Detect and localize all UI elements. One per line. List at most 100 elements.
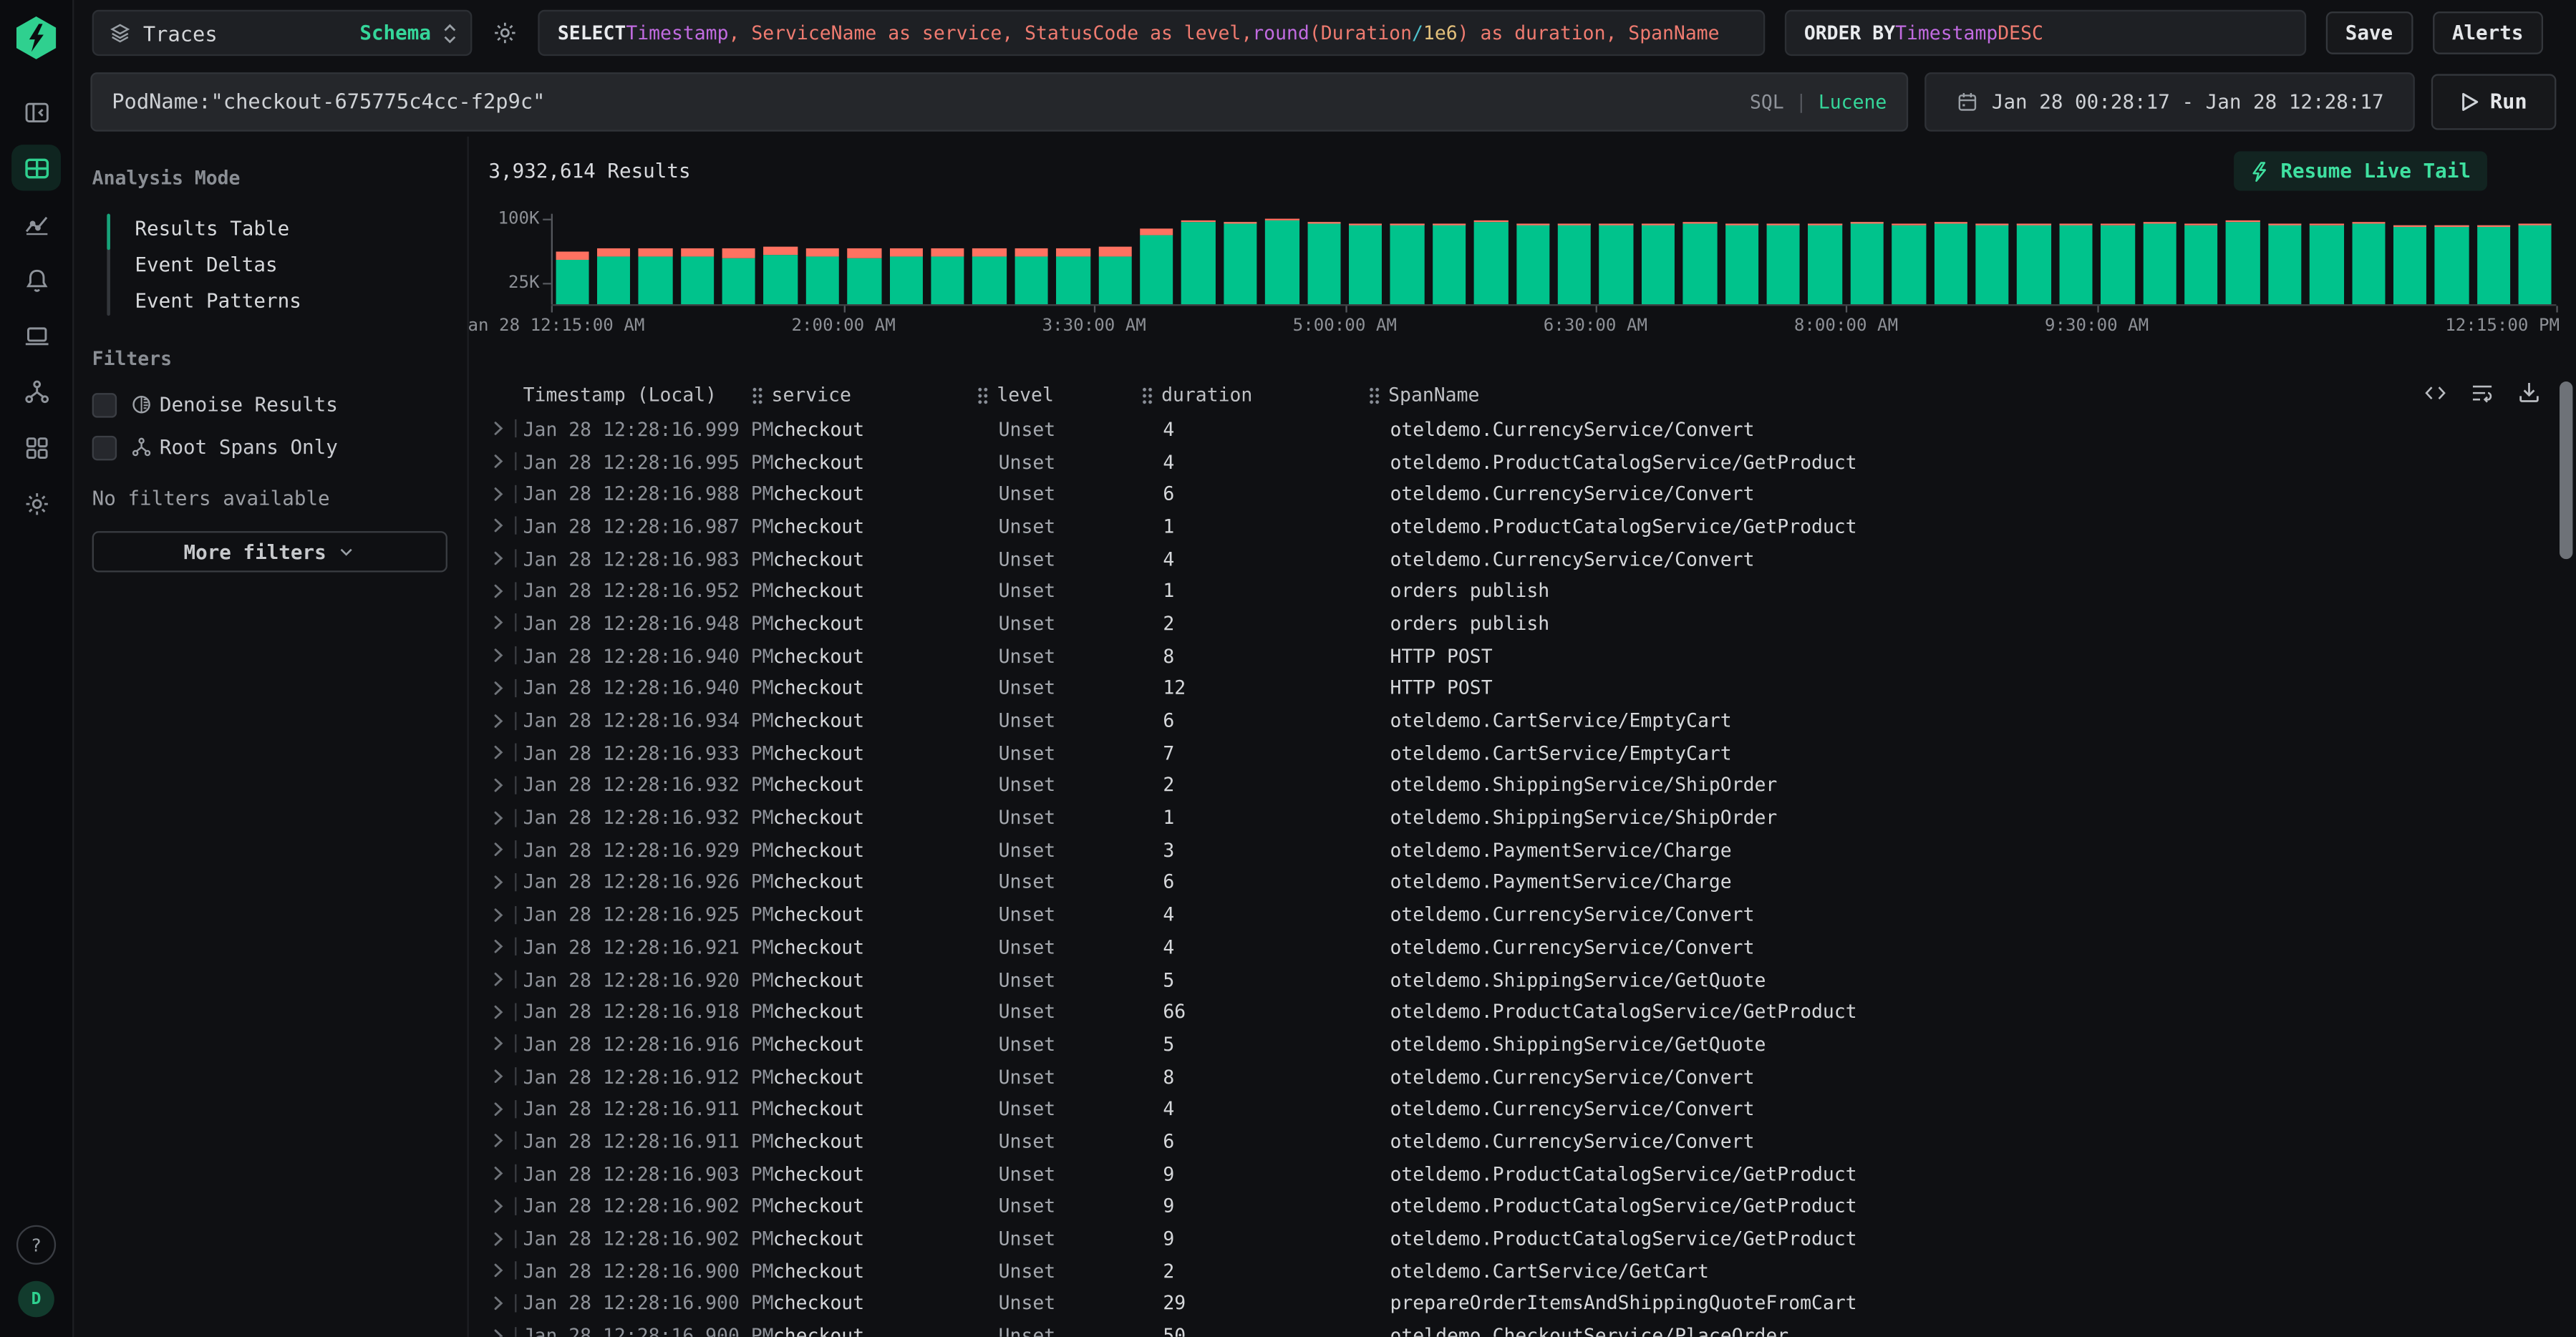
schema-select[interactable]: Schema — [359, 21, 431, 44]
row-expand-chevron-icon[interactable] — [492, 616, 505, 631]
chart-bar[interactable] — [1140, 228, 1173, 235]
chart-bar[interactable] — [2184, 224, 2218, 225]
row-expand-chevron-icon[interactable] — [492, 454, 505, 469]
chart-bar[interactable] — [1558, 224, 1592, 225]
table-row[interactable]: Jan 28 12:28:16.921 PMcheckoutUnset4otel… — [492, 930, 2553, 963]
table-row[interactable]: Jan 28 12:28:16.903 PMcheckoutUnset9otel… — [492, 1157, 2553, 1190]
chart-bar[interactable] — [2393, 225, 2427, 304]
chart-bar[interactable] — [1433, 223, 1466, 304]
chart-bar[interactable] — [1767, 224, 1801, 304]
chart-bar[interactable] — [2476, 225, 2510, 226]
chart-bar[interactable] — [1850, 223, 1884, 304]
column-header-duration[interactable]: duration — [1142, 383, 1369, 406]
chart-bar[interactable] — [1808, 224, 1842, 304]
lang-lucene-option[interactable]: Lucene — [1819, 89, 1887, 112]
row-expand-chevron-icon[interactable] — [492, 422, 505, 437]
row-expand-chevron-icon[interactable] — [492, 1199, 505, 1214]
chart-bar[interactable] — [1098, 256, 1132, 304]
chart-bar[interactable] — [639, 256, 672, 304]
table-row[interactable]: Jan 28 12:28:16.900 PMcheckoutUnset2otel… — [492, 1255, 2553, 1287]
query-language-toggle[interactable]: SQL | Lucene — [1750, 89, 1887, 112]
chart-bar[interactable] — [2059, 224, 2093, 304]
row-expand-chevron-icon[interactable] — [492, 972, 505, 987]
chart-bar[interactable] — [2268, 224, 2302, 225]
chart-bar[interactable] — [764, 255, 798, 304]
row-expand-chevron-icon[interactable] — [492, 875, 505, 890]
chart-bar[interactable] — [2184, 225, 2218, 304]
chart-bar[interactable] — [1390, 223, 1424, 304]
chart-bar[interactable] — [1265, 220, 1299, 304]
alerts-button[interactable]: Alerts — [2432, 11, 2543, 54]
chart-bar[interactable] — [1892, 223, 1926, 225]
chart-bar[interactable] — [1516, 224, 1549, 304]
chart-bar[interactable] — [1725, 224, 1758, 225]
chart-bar[interactable] — [848, 249, 881, 258]
chart-bar[interactable] — [1516, 224, 1549, 225]
chart-bar[interactable] — [2101, 223, 2134, 225]
chart-bar[interactable] — [764, 248, 798, 256]
service-map-nav-icon[interactable] — [11, 369, 61, 414]
chart-bar[interactable] — [1015, 256, 1048, 304]
row-expand-chevron-icon[interactable] — [492, 486, 505, 501]
chart-bar[interactable] — [2519, 224, 2552, 304]
table-row[interactable]: Jan 28 12:28:16.934 PMcheckoutUnset6otel… — [492, 704, 2553, 736]
drag-grip-icon[interactable] — [1369, 386, 1380, 404]
chart-bar[interactable] — [1182, 220, 1216, 221]
chart-bar[interactable] — [1934, 222, 1967, 223]
chart-bar[interactable] — [973, 248, 1007, 257]
chart-bar[interactable] — [1808, 224, 1842, 225]
table-row[interactable]: Jan 28 12:28:16.988 PMcheckoutUnset6otel… — [492, 477, 2553, 510]
drag-grip-icon[interactable] — [977, 386, 989, 404]
search-nav-icon[interactable] — [11, 145, 61, 190]
table-row[interactable]: Jan 28 12:28:16.900 PMcheckoutUnset50ote… — [492, 1319, 2553, 1337]
row-expand-chevron-icon[interactable] — [492, 1036, 505, 1051]
chart-bar[interactable] — [1140, 235, 1173, 304]
chart-bar[interactable] — [931, 257, 965, 304]
chart-bar[interactable] — [2143, 223, 2176, 304]
chart-bar[interactable] — [722, 258, 756, 304]
chart-bar[interactable] — [2351, 224, 2385, 304]
chart-bar[interactable] — [597, 249, 631, 257]
table-row[interactable]: Jan 28 12:28:16.902 PMcheckoutUnset9otel… — [492, 1190, 2553, 1222]
chart-explorer-nav-icon[interactable] — [11, 200, 61, 246]
chart-bar[interactable] — [806, 249, 840, 257]
table-row[interactable]: Jan 28 12:28:16.983 PMcheckoutUnset4otel… — [492, 543, 2553, 575]
row-expand-chevron-icon[interactable] — [492, 681, 505, 696]
table-row[interactable]: Jan 28 12:28:16.918 PMcheckoutUnset66ote… — [492, 996, 2553, 1028]
row-expand-chevron-icon[interactable] — [492, 1069, 505, 1084]
table-row[interactable]: Jan 28 12:28:16.995 PMcheckoutUnset4otel… — [492, 445, 2553, 477]
chart-bar[interactable] — [2268, 224, 2302, 304]
chart-bar[interactable] — [973, 257, 1007, 304]
analysis-mode-results-table[interactable]: Results Table — [92, 210, 447, 247]
more-filters-button[interactable]: More filters — [92, 531, 447, 572]
chart-bar[interactable] — [806, 257, 840, 304]
chart-bar[interactable] — [1349, 223, 1383, 304]
chart-bar[interactable] — [2018, 224, 2051, 225]
table-row[interactable]: Jan 28 12:28:16.940 PMcheckoutUnset8HTTP… — [492, 639, 2553, 671]
row-expand-chevron-icon[interactable] — [492, 842, 505, 857]
table-row[interactable]: Jan 28 12:28:16.902 PMcheckoutUnset9otel… — [492, 1222, 2553, 1255]
view-code-icon[interactable] — [2423, 381, 2447, 404]
analysis-mode-event-patterns[interactable]: Event Patterns — [92, 283, 447, 319]
chart-bar[interactable] — [1641, 224, 1675, 225]
column-header-timestamp-local-[interactable]: Timestamp (Local) — [523, 383, 773, 406]
chart-bar[interactable] — [2018, 224, 2051, 304]
chart-bar[interactable] — [1224, 222, 1257, 223]
chart-bar[interactable] — [2351, 223, 2385, 224]
row-expand-chevron-icon[interactable] — [492, 583, 505, 598]
table-row[interactable]: Jan 28 12:28:16.916 PMcheckoutUnset5otel… — [492, 1028, 2553, 1060]
row-expand-chevron-icon[interactable] — [492, 907, 505, 922]
settings-nav-icon[interactable] — [11, 480, 61, 526]
column-header-spanname[interactable]: SpanName — [1369, 383, 2532, 406]
chart-bar[interactable] — [1683, 223, 1717, 304]
row-expand-chevron-icon[interactable] — [492, 1231, 505, 1246]
table-row[interactable]: Jan 28 12:28:16.940 PMcheckoutUnset12HTT… — [492, 672, 2553, 704]
chart-bar[interactable] — [1307, 223, 1341, 304]
chart-bar[interactable] — [1641, 224, 1675, 304]
row-expand-chevron-icon[interactable] — [492, 1328, 505, 1337]
chart-bar[interactable] — [722, 249, 756, 258]
chart-bar[interactable] — [555, 259, 589, 304]
chart-bar[interactable] — [1015, 248, 1048, 256]
chart-bar[interactable] — [2310, 224, 2343, 225]
table-row[interactable]: Jan 28 12:28:16.926 PMcheckoutUnset6otel… — [492, 866, 2553, 898]
